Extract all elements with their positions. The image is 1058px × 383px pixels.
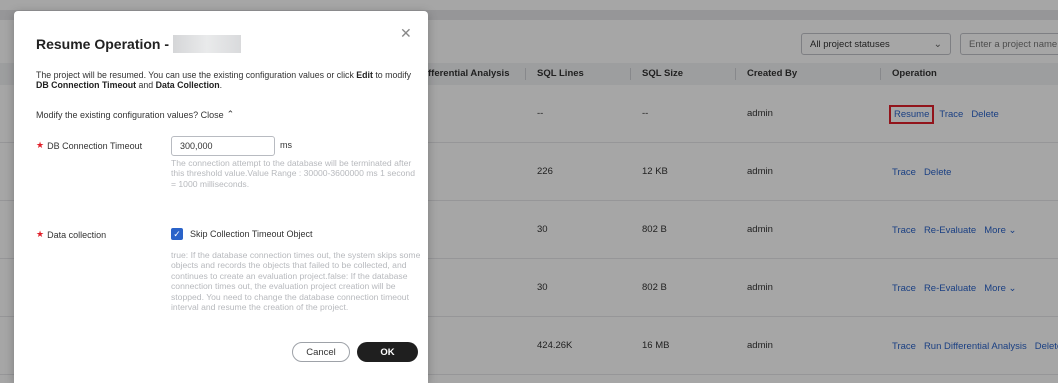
desc-text: to modify	[372, 70, 412, 80]
cancel-button[interactable]: Cancel	[292, 342, 350, 362]
db-timeout-input[interactable]: 300,000	[171, 136, 275, 156]
db-timeout-unit: ms	[280, 140, 292, 150]
close-config-link[interactable]: Close	[201, 110, 224, 120]
modify-config-row: Modify the existing configuration values…	[36, 109, 234, 120]
desc-db-timeout: DB Connection Timeout	[36, 80, 137, 90]
resume-operation-dialog: Resume Operation - ✕ The project will be…	[14, 11, 428, 383]
dialog-title: Resume Operation -	[36, 35, 242, 53]
db-timeout-hint: The connection attempt to the database w…	[171, 158, 415, 189]
dialog-description: The project will be resumed. You can use…	[36, 70, 416, 90]
close-icon[interactable]: ✕	[400, 25, 412, 42]
data-collection-label-text: Data collection	[47, 229, 107, 240]
skip-timeout-label[interactable]: Skip Collection Timeout Object	[190, 229, 313, 239]
redacted-project-name	[173, 35, 242, 53]
desc-text: and	[136, 80, 156, 90]
db-timeout-label-text: DB Connection Timeout	[47, 140, 143, 151]
desc-edit: Edit	[356, 70, 373, 80]
skip-timeout-checkbox[interactable]: ✓	[171, 228, 183, 240]
modify-question: Modify the existing configuration values…	[36, 109, 199, 120]
db-timeout-label: ★ DB Connection Timeout	[36, 140, 142, 151]
skip-timeout-hint: true: If the database connection times o…	[171, 250, 421, 313]
ok-button[interactable]: OK	[357, 342, 418, 362]
desc-data-collection: Data Collection	[155, 80, 220, 90]
desc-text: The project will be resumed. You can use…	[36, 70, 357, 80]
required-asterisk-icon: ★	[36, 140, 45, 150]
data-collection-label: ★ Data collection	[36, 229, 106, 240]
dialog-title-text: Resume Operation -	[36, 36, 170, 52]
required-asterisk-icon: ★	[36, 229, 45, 239]
desc-text: .	[219, 80, 223, 90]
chevron-up-icon[interactable]: ⌃	[227, 109, 235, 120]
